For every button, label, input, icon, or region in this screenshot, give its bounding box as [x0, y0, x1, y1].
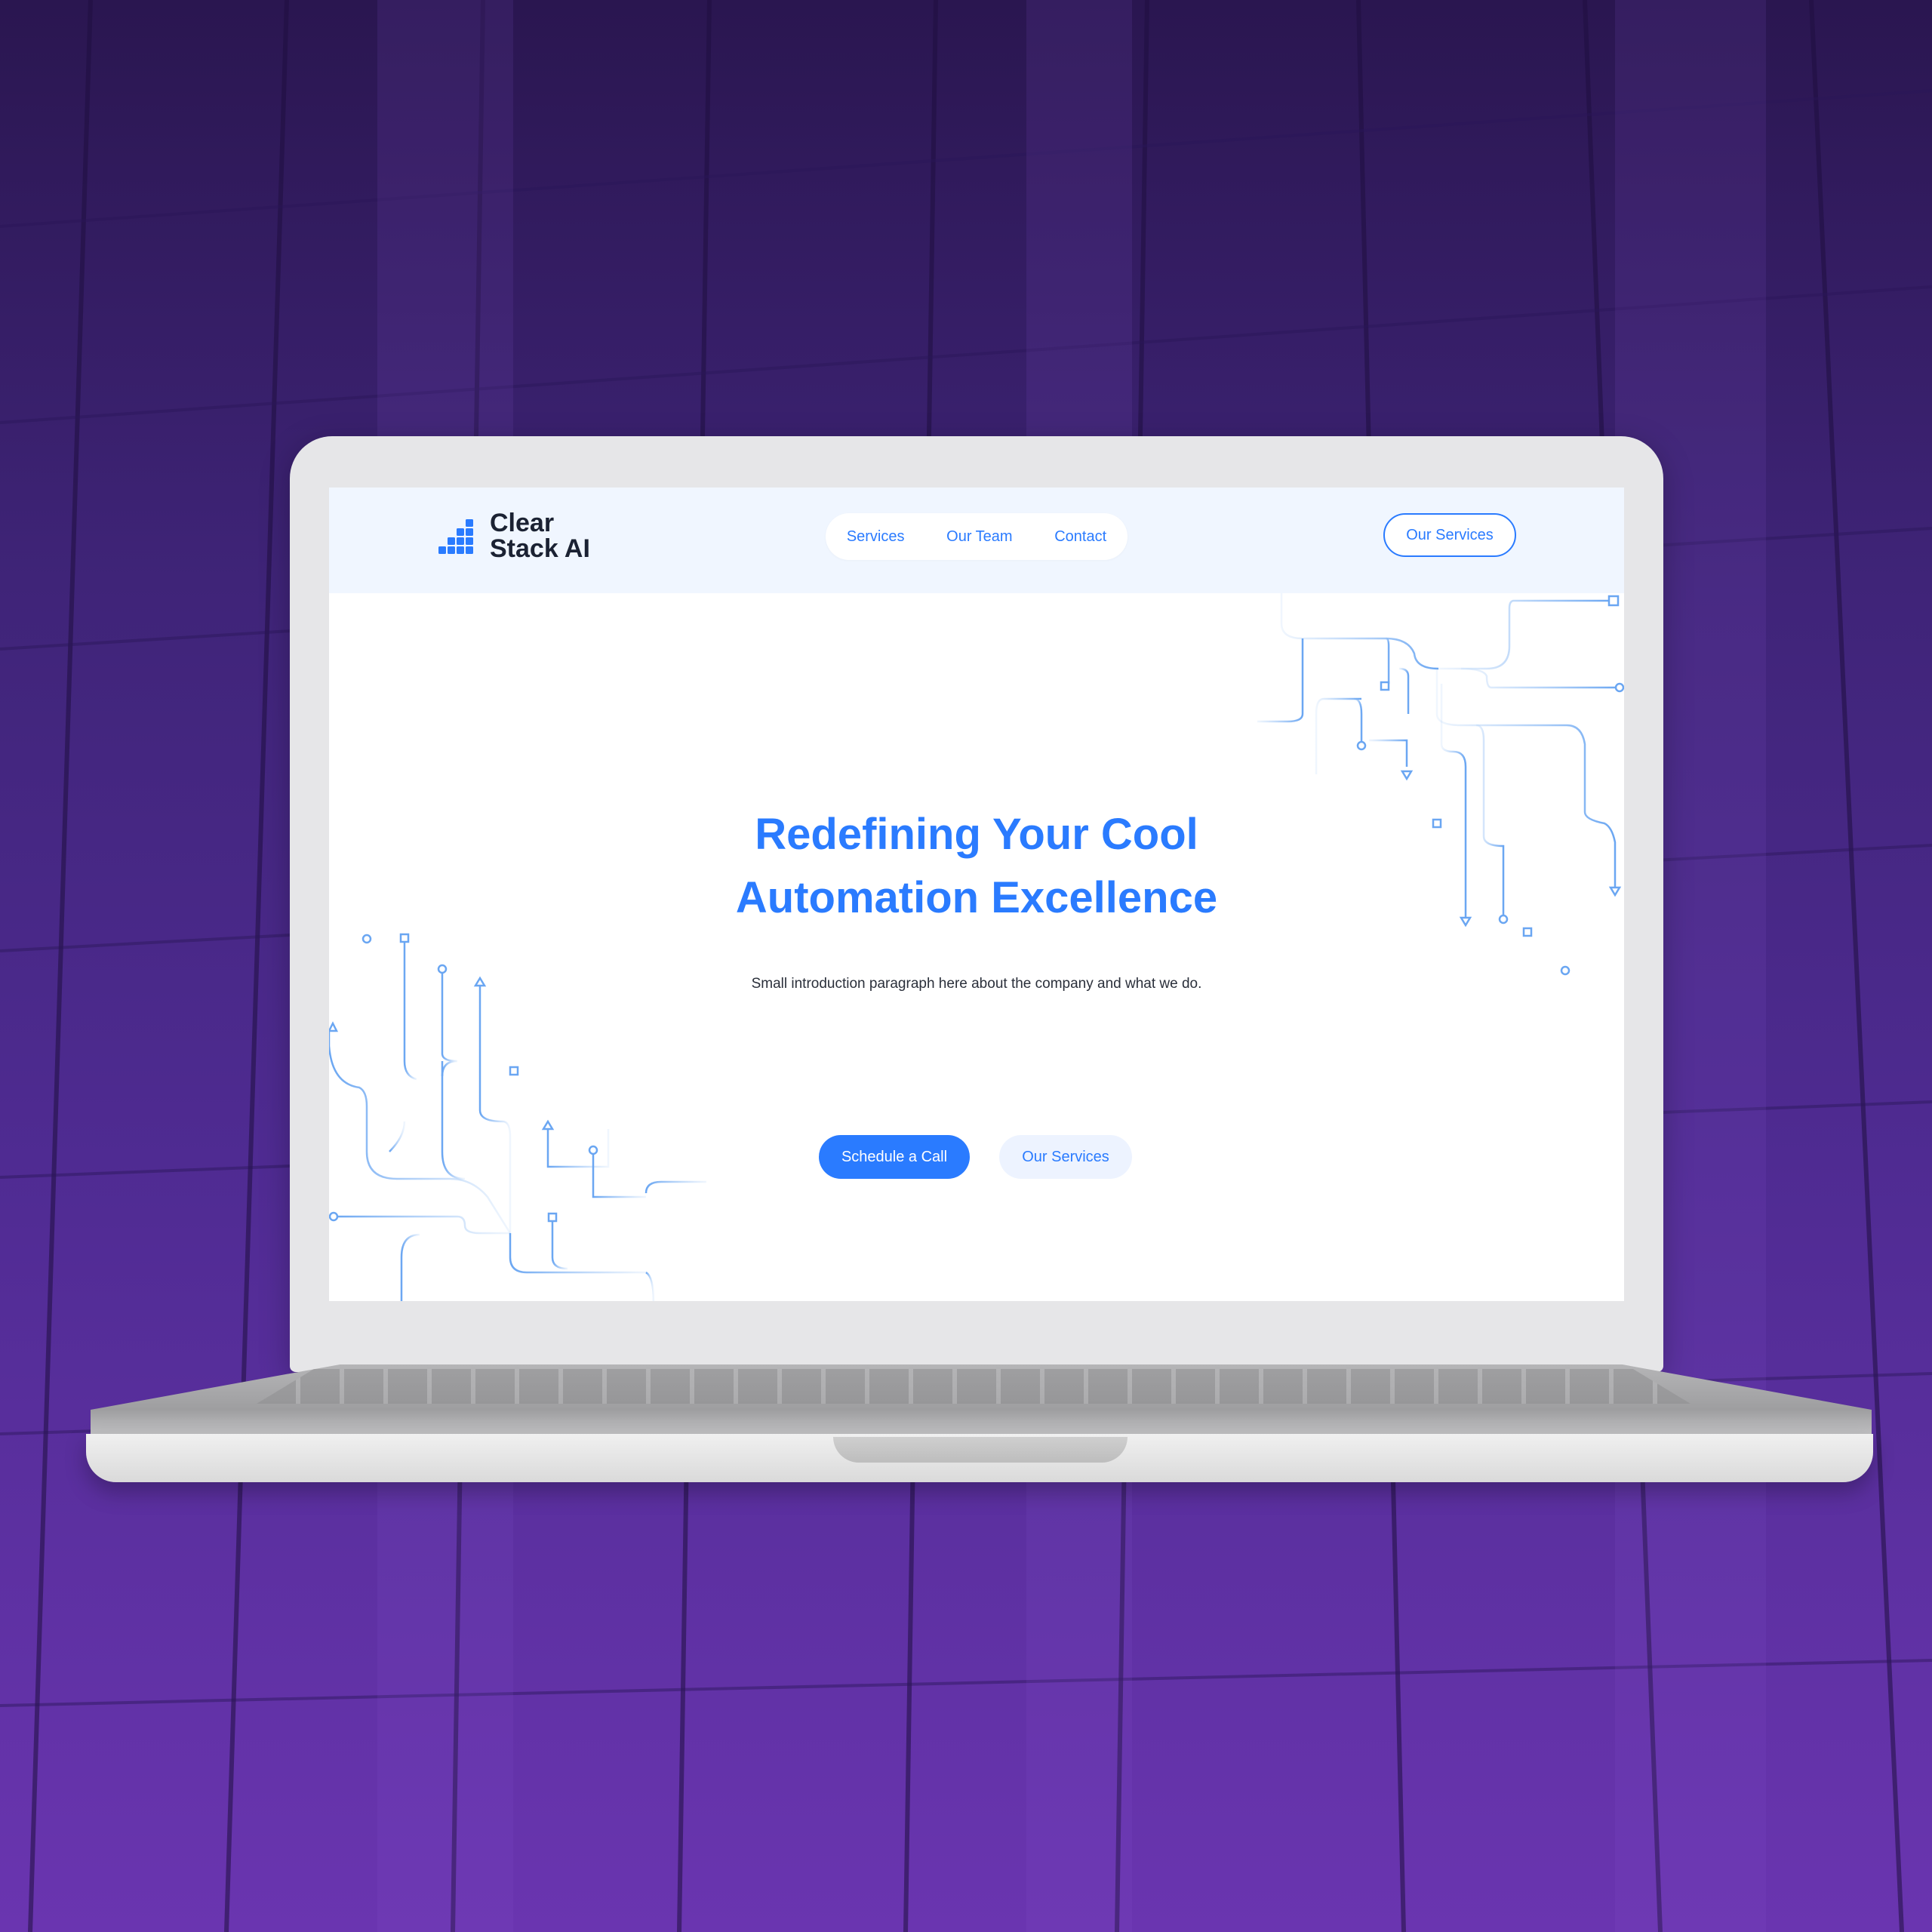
site-header: Clear Stack AI Services Our Team Contact…	[329, 488, 1624, 593]
hero-our-services-button[interactable]: Our Services	[999, 1135, 1132, 1179]
brand-name: Clear Stack AI	[490, 510, 603, 561]
hero-title-line2: Automation Excellence	[735, 873, 1218, 922]
brand-name-line1: Clear	[490, 509, 555, 537]
hero-subtitle: Small introduction paragraph here about …	[751, 976, 1202, 992]
circuit-decoration	[329, 593, 1624, 1301]
nav-link-services[interactable]: Services	[844, 528, 908, 546]
bar-stack-logo-icon	[438, 519, 473, 554]
header-our-services-button[interactable]: Our Services	[1383, 513, 1516, 557]
laptop-keyboard	[257, 1369, 1690, 1404]
main-nav: Services Our Team Contact	[826, 513, 1128, 560]
schedule-call-button[interactable]: Schedule a Call	[819, 1135, 970, 1179]
brand-name-line2: Stack AI	[490, 534, 590, 563]
nav-link-contact[interactable]: Contact	[1051, 528, 1109, 546]
laptop-screen: Clear Stack AI Services Our Team Contact…	[329, 488, 1624, 1301]
hero-title-line1: Redefining Your Cool	[755, 810, 1198, 859]
laptop-notch	[833, 1437, 1128, 1463]
brand-logo[interactable]: Clear Stack AI	[438, 510, 603, 561]
hero-title: Redefining Your Cool Automation Excellen…	[599, 803, 1354, 930]
nav-link-our-team[interactable]: Our Team	[943, 528, 1015, 546]
hero-section: Redefining Your Cool Automation Excellen…	[329, 593, 1624, 1301]
